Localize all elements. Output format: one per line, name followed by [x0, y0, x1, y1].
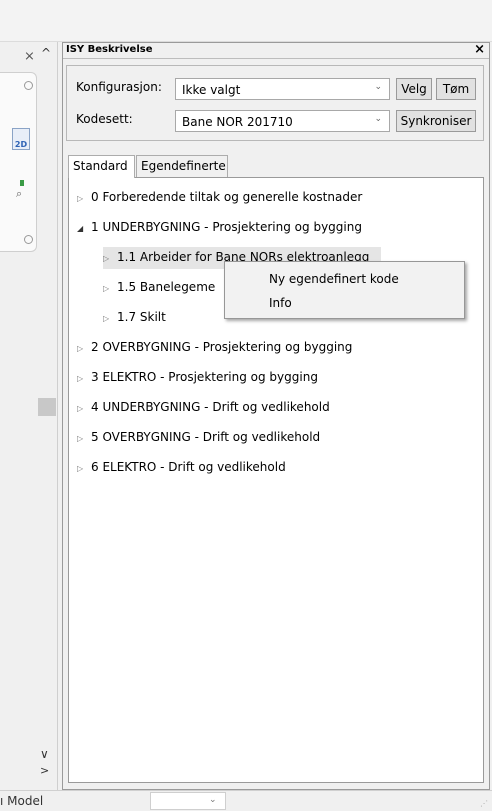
model-label: ı Model — [0, 794, 44, 808]
scroll-down-icon[interactable]: ∨ — [40, 747, 49, 761]
chevron-down-icon: ⌄ — [209, 795, 217, 805]
tree-item-label: 2 OVERBYGNING - Prosjektering og bygging — [91, 340, 353, 354]
close-icon[interactable]: × — [474, 42, 485, 57]
chevron-down-icon: ⌄ — [374, 114, 382, 124]
tree-item-label: 3 ELEKTRO - Prosjektering og bygging — [91, 370, 318, 384]
close-icon[interactable]: ⨯ — [24, 49, 35, 64]
scrollbar-thumb[interactable] — [38, 398, 56, 416]
triangle-down-icon[interactable]: ◢ — [77, 224, 91, 233]
triangle-right-icon[interactable]: ▷ — [77, 194, 91, 203]
konfigurasjon-select[interactable]: Ikke valgt ⌄ — [175, 78, 390, 100]
scroll-up-icon[interactable]: ^ — [41, 46, 51, 60]
view-cube-panel: 2D ⌕ — [0, 72, 37, 252]
kodesett-select[interactable]: Bane NOR 201710 ⌄ — [175, 110, 390, 132]
menu-item-ny-egendefinert-kode[interactable]: Ny egendefinert kode — [269, 269, 399, 291]
triangle-right-icon[interactable]: ▷ — [103, 254, 117, 263]
tree-item-label: 0 Forberedende tiltak og generelle kostn… — [91, 190, 363, 204]
resize-grip-icon[interactable]: ⋰ — [480, 799, 488, 808]
expand-right-icon[interactable]: > — [40, 764, 49, 777]
menu-item-info[interactable]: Info — [269, 293, 292, 315]
konfigurasjon-value: Ikke valgt — [182, 83, 241, 97]
triangle-right-icon[interactable]: ▷ — [103, 314, 117, 323]
circle-icon — [24, 235, 33, 244]
tree-item[interactable]: ▷ 0 Forberedende tiltak og generelle kost… — [77, 187, 362, 209]
triangle-right-icon[interactable]: ▷ — [103, 284, 117, 293]
triangle-right-icon[interactable]: ▷ — [77, 404, 91, 413]
konfigurasjon-label: Konfigurasjon: — [76, 80, 162, 94]
tree-item[interactable]: ▷ 5 OVERBYGNING - Drift og vedlikehold — [77, 427, 320, 449]
circle-icon — [24, 81, 33, 90]
tree-item-label: 6 ELEKTRO - Drift og vedlikehold — [91, 460, 286, 474]
tab-standard[interactable]: Standard — [68, 155, 135, 178]
synkroniser-button[interactable]: Synkroniser — [396, 110, 476, 132]
tree-item[interactable]: ▷ 6 ELEKTRO - Drift og vedlikehold — [77, 457, 286, 479]
tree-item-label: 1 UNDERBYGNING - Prosjektering og byggin… — [91, 220, 362, 234]
tree-item-label: 4 UNDERBYGNING - Drift og vedlikehold — [91, 400, 330, 414]
tree-item[interactable]: ◢ 1 UNDERBYGNING - Prosjektering og byggi… — [77, 217, 362, 239]
kodesett-value: Bane NOR 201710 — [182, 115, 293, 129]
isy-beskrivelse-panel: ISY Beskrivelse × Konfigurasjon: Ikke va… — [62, 42, 490, 790]
tree-item[interactable]: ▷ 1.7 Skilt — [103, 307, 166, 329]
zoom-indicator-icon — [20, 180, 24, 186]
top-toolbar-area — [0, 0, 492, 42]
model-select[interactable]: ⌄ — [150, 792, 226, 810]
tom-button[interactable]: Tøm — [436, 78, 476, 100]
tree-item[interactable]: ▷ 2 OVERBYGNING - Prosjektering og byggin… — [77, 337, 352, 359]
kodesett-label: Kodesett: — [76, 112, 133, 126]
tree-item[interactable]: ▷ 4 UNDERBYGNING - Drift og vedlikehold — [77, 397, 330, 419]
chevron-down-icon: ⌄ — [374, 82, 382, 92]
context-menu: Ny egendefinert kode Info — [224, 261, 465, 319]
tree-item[interactable]: ▷ 1.5 Banelegeme — [103, 277, 215, 299]
2d-view-icon[interactable]: 2D — [12, 128, 30, 150]
triangle-right-icon[interactable]: ▷ — [77, 344, 91, 353]
tree-item-label: 5 OVERBYGNING - Drift og vedlikehold — [91, 430, 321, 444]
left-collapsed-panel: ⨯ ^ 2D ⌕ ∨ > — [0, 42, 58, 790]
status-bar: ı Model ⌄ ⋰ — [0, 790, 492, 811]
magnifier-icon[interactable]: ⌕ — [16, 187, 22, 201]
configuration-group: Konfigurasjon: Ikke valgt ⌄ Velg Tøm Kod… — [66, 65, 484, 141]
panel-title: ISY Beskrivelse — [66, 44, 153, 55]
tree-item-label: 1.7 Skilt — [117, 310, 166, 324]
panel-header: ISY Beskrivelse × — [63, 42, 489, 59]
tree-item-label: 1.5 Banelegeme — [117, 280, 216, 294]
tree-item[interactable]: ▷ 3 ELEKTRO - Prosjektering og bygging — [77, 367, 318, 389]
triangle-right-icon[interactable]: ▷ — [77, 374, 91, 383]
triangle-right-icon[interactable]: ▷ — [77, 434, 91, 443]
velg-button[interactable]: Velg — [396, 78, 432, 100]
tab-egendefinerte[interactable]: Egendefinerte — [136, 155, 228, 177]
triangle-right-icon[interactable]: ▷ — [77, 464, 91, 473]
